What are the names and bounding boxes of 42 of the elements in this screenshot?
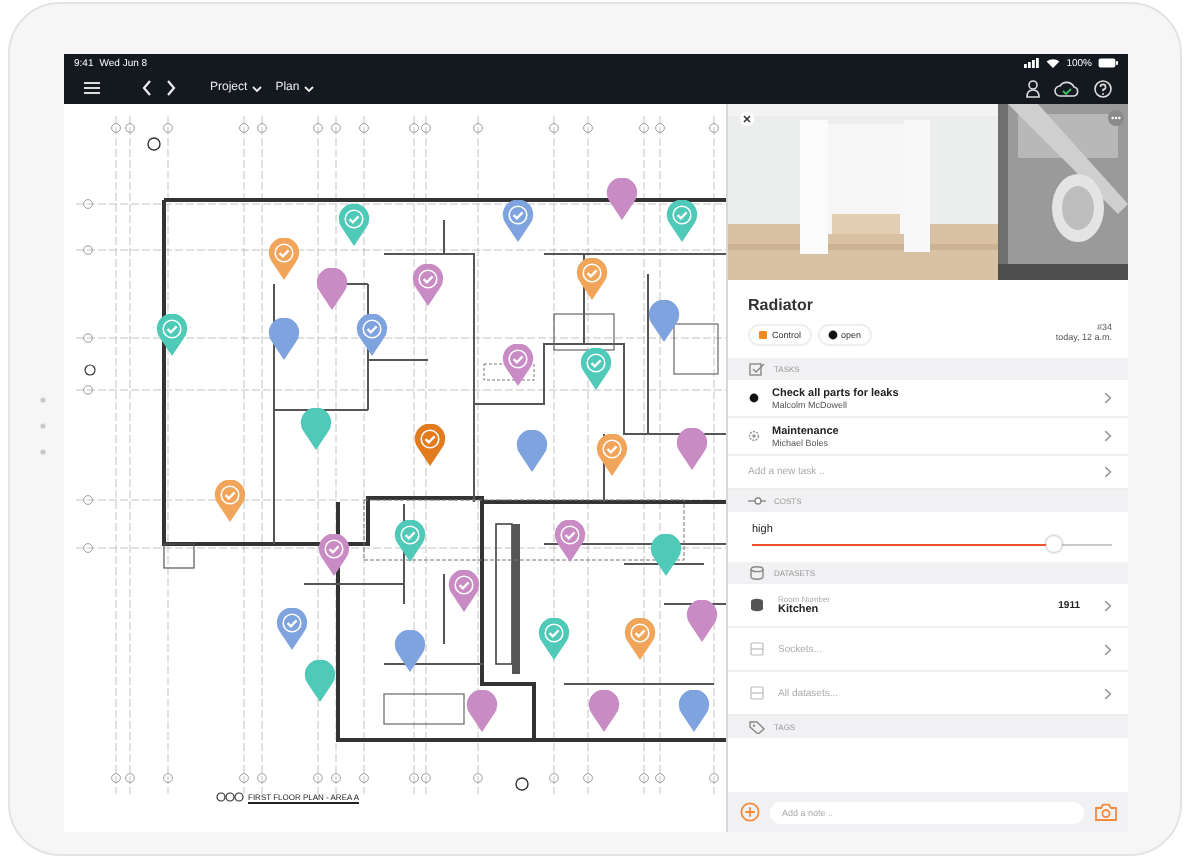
camera-icon[interactable]	[1094, 802, 1118, 822]
location-pin-icon[interactable]	[666, 200, 698, 242]
list-icon	[748, 686, 766, 700]
location-pin-icon[interactable]	[502, 200, 534, 242]
slider-icon	[748, 494, 766, 508]
database-icon	[748, 598, 766, 612]
checkbox-icon	[748, 362, 766, 376]
battery-icon	[1098, 58, 1118, 68]
section-marker-icon	[216, 792, 244, 802]
cloud-check-icon[interactable]	[1054, 79, 1080, 97]
wifi-icon	[1046, 58, 1061, 68]
chevron-icon	[1104, 466, 1112, 478]
chevron-icon	[1104, 430, 1112, 442]
location-pin-icon[interactable]	[648, 300, 680, 342]
help-icon[interactable]	[1094, 79, 1112, 97]
database-icon	[748, 566, 766, 580]
caret-icon	[303, 85, 314, 91]
list-icon	[748, 642, 766, 656]
location-pin-icon[interactable]	[156, 314, 188, 356]
back-icon[interactable]	[142, 80, 152, 96]
chevron-icon	[1104, 643, 1112, 655]
chevron-icon	[1104, 687, 1112, 699]
caret-icon	[251, 85, 262, 91]
menu-icon[interactable]	[84, 82, 100, 94]
signal-icon	[1024, 58, 1041, 68]
tag-icon	[748, 720, 766, 734]
status-dot-icon	[748, 392, 760, 404]
user-icon[interactable]	[1026, 79, 1040, 97]
forward-icon[interactable]	[166, 80, 176, 96]
add-icon[interactable]	[740, 802, 760, 822]
chevron-icon	[1104, 599, 1112, 611]
chevron-icon	[1104, 392, 1112, 404]
location-pin-icon[interactable]	[318, 534, 350, 576]
slider-thumb[interactable]	[1046, 536, 1063, 552]
location-pin-icon[interactable]	[596, 434, 628, 476]
location-pin-icon[interactable]	[300, 408, 332, 450]
location-pin-icon[interactable]	[394, 630, 426, 672]
gear-icon	[748, 430, 760, 442]
location-pin-icon[interactable]	[650, 534, 682, 576]
location-pin-icon[interactable]	[268, 318, 300, 360]
more-icon[interactable]	[1108, 110, 1124, 126]
item-title: Radiator	[748, 296, 815, 314]
